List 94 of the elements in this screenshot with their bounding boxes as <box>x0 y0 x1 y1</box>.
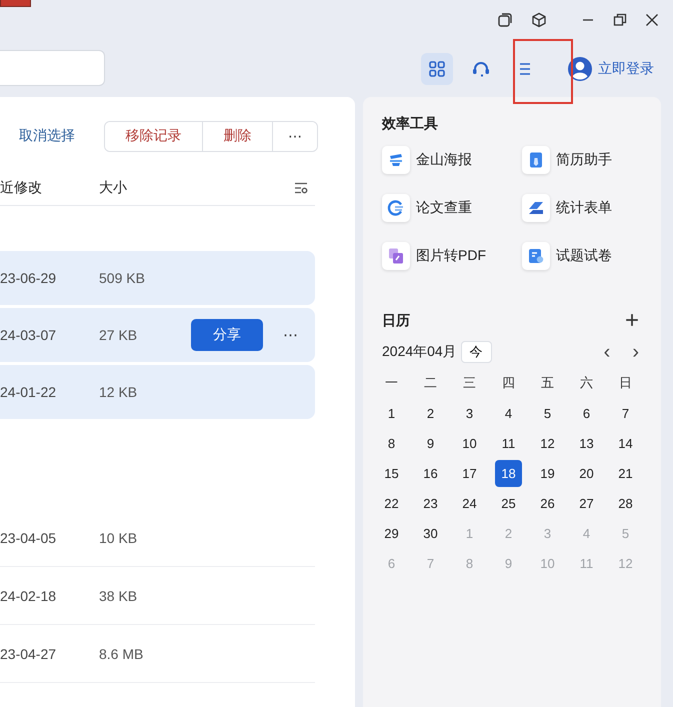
close-icon[interactable] <box>645 13 659 27</box>
modified-date: 24-02-18 <box>0 588 58 604</box>
column-header[interactable]: 近修改 <box>0 178 99 196</box>
menu-icon <box>517 60 533 76</box>
thesis-tool-icon <box>382 194 410 222</box>
calendar-day[interactable]: 10 <box>456 430 483 456</box>
grid-view-button[interactable] <box>421 52 453 84</box>
avatar-icon[interactable] <box>568 56 592 80</box>
calendar-day[interactable]: 3 <box>456 400 483 426</box>
calendar-day[interactable]: 20 <box>573 460 600 486</box>
calendar-day[interactable]: 29 <box>378 520 405 546</box>
poster-tool-icon <box>382 146 410 174</box>
calendar-day[interactable]: 15 <box>378 460 405 486</box>
action-button[interactable]: 移除记录 <box>105 122 203 150</box>
calendar-day[interactable]: 21 <box>612 460 639 486</box>
file-row[interactable]: 24-01-22 12 KB <box>0 365 315 419</box>
section-title: 效率工具 <box>382 115 439 133</box>
calendar-day[interactable]: 26 <box>534 490 561 516</box>
file-size: 8.6 MB <box>99 646 144 662</box>
calendar-day[interactable]: 27 <box>573 490 600 516</box>
weekday-label: 三 <box>463 374 476 392</box>
weekday-label: 日 <box>619 374 632 392</box>
calendar-day[interactable]: 11 <box>495 430 522 456</box>
file-size: 38 KB <box>99 588 138 604</box>
calendar-day[interactable]: 25 <box>495 490 522 516</box>
pdf-tool-icon <box>382 242 410 270</box>
calendar-day[interactable]: 9 <box>417 430 444 456</box>
file-size: 509 KB <box>99 270 145 286</box>
tool-item[interactable]: 论文查重 <box>382 194 522 222</box>
calendar-day[interactable]: 12 <box>534 430 561 456</box>
grid-icon <box>428 60 446 78</box>
tool-item[interactable]: 图片转PDF <box>382 242 522 270</box>
calendar-day[interactable]: 2 <box>417 400 444 426</box>
weekday-label: 二 <box>424 374 437 392</box>
modified-date: 23-06-29 <box>0 270 58 286</box>
tool-item[interactable]: 统计表单 <box>522 194 642 222</box>
calendar-day[interactable]: 8 <box>378 430 405 456</box>
weekday-label: 一 <box>385 374 398 392</box>
calendar-day[interactable]: 6 <box>573 400 600 426</box>
weekday-label: 四 <box>502 374 515 392</box>
calendar-day[interactable]: 14 <box>612 430 639 456</box>
file-row[interactable]: 24-02-18 38 KB <box>0 567 315 625</box>
search-field[interactable] <box>0 50 105 86</box>
file-size: 12 KB <box>99 384 138 400</box>
calendar-day[interactable]: 24 <box>456 490 483 516</box>
section-title: 日历 <box>382 312 410 330</box>
file-row[interactable]: 24-03-07 27 KB 分享 ⋯ <box>0 308 315 362</box>
file-row[interactable]: 23-06-29 509 KB <box>0 251 315 305</box>
file-row[interactable]: 23-04-05 10 KB <box>0 509 315 567</box>
weekday-label: 六 <box>580 374 593 392</box>
restore-icon[interactable] <box>613 13 627 27</box>
previous-month-button[interactable]: ‹ <box>604 342 610 362</box>
calendar-day[interactable]: 7 <box>612 400 639 426</box>
copy-icon[interactable] <box>497 12 513 28</box>
calendar-day[interactable]: 22 <box>378 490 405 516</box>
modified-date: 24-01-22 <box>0 384 58 400</box>
cube-icon[interactable] <box>531 12 547 28</box>
month-label: 2024年04月 <box>382 343 457 361</box>
resume-tool-icon <box>522 146 550 174</box>
tool-item[interactable]: 试题试卷 <box>522 242 642 270</box>
calendar-day[interactable]: 1 <box>378 400 405 426</box>
calendar-day[interactable]: 30 <box>417 520 444 546</box>
form-tool-icon <box>522 194 550 222</box>
file-size: 27 KB <box>99 327 138 343</box>
highlight-frame <box>513 39 573 104</box>
exam-tool-icon <box>522 242 550 270</box>
calendar-day[interactable]: 18 <box>495 460 522 486</box>
headset-icon <box>471 60 491 78</box>
file-size: 10 KB <box>99 530 138 546</box>
today-button[interactable]: 今 <box>460 341 492 363</box>
calendar-day[interactable]: 23 <box>417 490 444 516</box>
column-header[interactable]: 大小 <box>99 178 127 196</box>
calendar-day[interactable]: 4 <box>495 400 522 426</box>
calendar-day[interactable]: 13 <box>573 430 600 456</box>
calendar-day[interactable]: 17 <box>456 460 483 486</box>
calendar-day[interactable]: 5 <box>534 400 561 426</box>
next-month-button[interactable]: › <box>632 342 639 362</box>
share-button[interactable]: 分享 <box>191 319 263 351</box>
modified-date: 23-04-27 <box>0 646 58 662</box>
weekday-label: 五 <box>541 374 554 392</box>
calendar-day[interactable]: 28 <box>612 490 639 516</box>
more-button[interactable]: ⋯ <box>283 326 298 344</box>
file-row[interactable]: 23-04-27 8.6 MB <box>0 625 315 683</box>
tool-item[interactable]: 简历助手 <box>522 146 642 174</box>
add-event-button[interactable]: + <box>624 311 639 331</box>
column-settings-icon[interactable] <box>294 182 308 194</box>
calendar-day[interactable]: 19 <box>534 460 561 486</box>
modified-date: 23-04-05 <box>0 530 58 546</box>
calendar-day[interactable]: 16 <box>417 460 444 486</box>
cancel-selection-link[interactable]: 取消选择 <box>19 127 75 145</box>
modified-date: 24-03-07 <box>0 327 58 343</box>
login-link[interactable]: 立即登录 <box>598 60 654 78</box>
window-tab-edge <box>0 0 31 7</box>
tool-item[interactable]: 金山海报 <box>382 146 522 174</box>
